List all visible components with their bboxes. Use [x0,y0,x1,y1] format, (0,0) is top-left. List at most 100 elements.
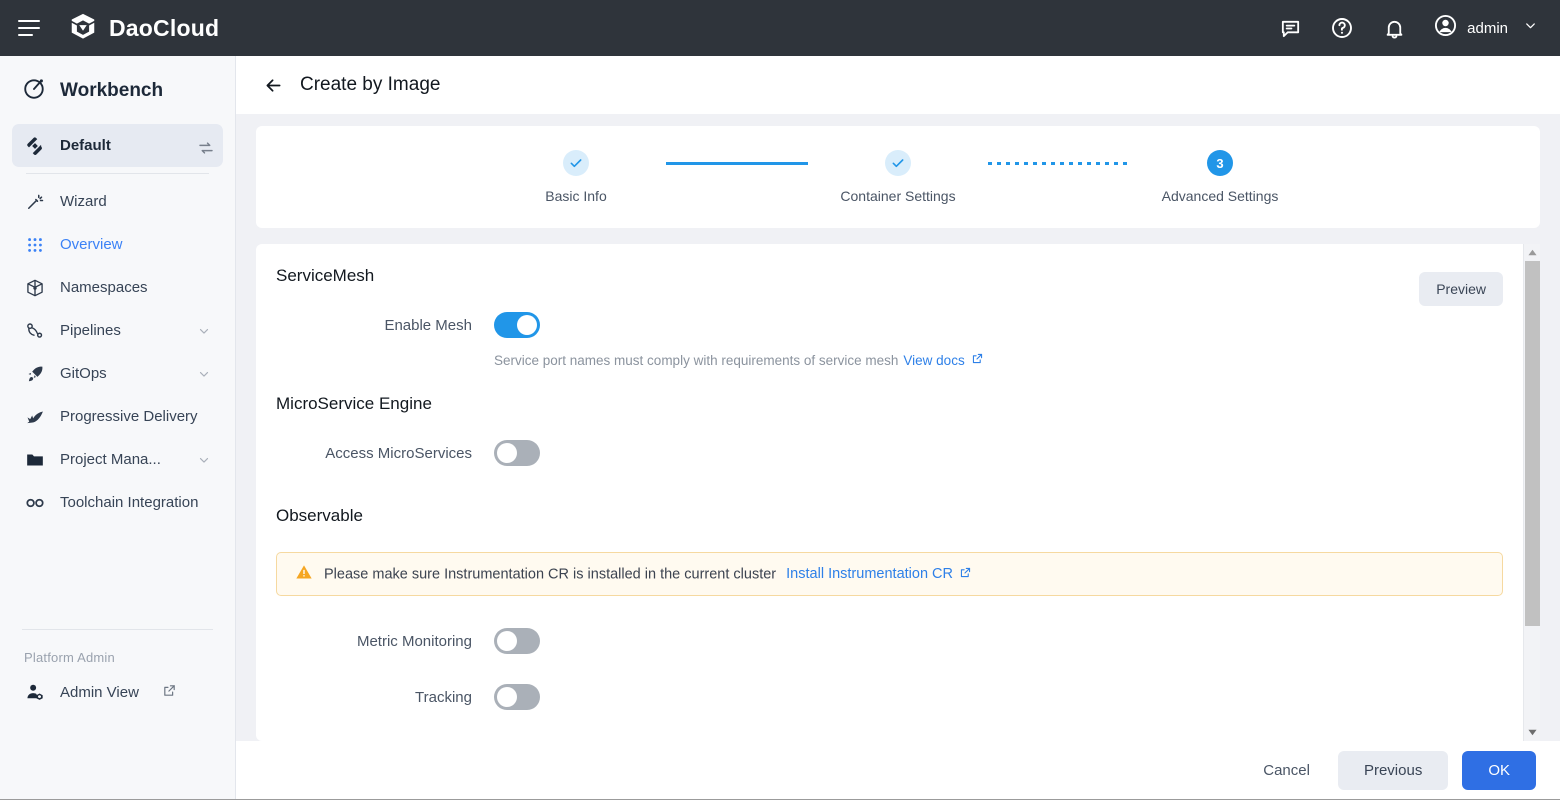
sidebar: Workbench Default [0,56,236,800]
sidebar-item-gitops[interactable]: GitOps [12,352,223,395]
bird-icon [24,406,46,428]
body: Workbench Default [0,56,1560,800]
sidebar-item-overview[interactable]: Overview [12,223,223,266]
enable-mesh-hint-row: Service port names must comply with requ… [256,352,1523,368]
preview-button[interactable]: Preview [1419,272,1503,306]
stepper: Basic Info Container Settings [486,150,1310,204]
sidebar-item-label: Project Mana... [60,451,183,468]
tracking-row: Tracking [256,684,1523,710]
step-label: Container Settings [840,188,955,204]
grid-icon [24,234,46,256]
previous-button[interactable]: Previous [1338,751,1448,790]
step-basic-info[interactable]: Basic Info [486,150,666,204]
sidebar-section-title: Platform Admin [0,640,235,671]
sidebar-item-label: Progressive Delivery [60,408,211,425]
warning-icon [295,563,313,586]
brand[interactable]: DaoCloud [68,11,219,46]
sidebar-item-toolchain-integration[interactable]: Toolchain Integration [12,481,223,524]
step-advanced-settings[interactable]: 3 Advanced Settings [1130,150,1310,204]
chevron-down-icon[interactable] [197,367,211,381]
sidebar-item-admin-view[interactable]: Admin View [12,671,223,714]
sidebar-item-label: Overview [60,236,211,253]
workbench-title: Workbench [60,80,163,102]
chevron-down-icon[interactable] [197,453,211,467]
metric-monitoring-toggle[interactable] [494,628,540,654]
sidebar-item-label: Namespaces [60,279,211,296]
user-menu[interactable]: admin [1433,13,1538,43]
scrollbar-thumb[interactable] [1525,261,1540,626]
sidebar-item-project-management[interactable]: Project Mana... [12,438,223,481]
external-link-icon [959,566,972,583]
sidebar-item-label: Pipelines [60,322,183,339]
stepper-card: Basic Info Container Settings [256,126,1540,228]
step-bubble [885,150,911,176]
daocloud-logo-icon [68,11,98,46]
enable-mesh-toggle[interactable] [494,312,540,338]
workbench-icon [22,76,47,106]
section-title-microservice-engine: MicroService Engine [256,394,1523,414]
step-label: Advanced Settings [1162,188,1279,204]
access-microservices-row: Access MicroServices [256,440,1523,466]
hamburger-icon[interactable] [18,15,44,41]
pipeline-icon [24,320,46,342]
warning-message: Please make sure Instrumentation CR is i… [324,566,776,582]
warning-text: Please make sure Instrumentation CR is i… [324,566,972,583]
help-icon[interactable] [1329,15,1355,41]
external-link-icon[interactable] [162,683,177,702]
view-docs-label: View docs [903,353,964,368]
servicemesh-header-row: ServiceMesh Preview [256,266,1523,312]
content-area: Basic Info Container Settings [236,114,1560,741]
arrow-left-icon[interactable] [262,74,284,96]
app-root: DaoCloud [0,0,1560,800]
cancel-button[interactable]: Cancel [1249,752,1324,789]
sidebar-divider [22,629,213,630]
sidebar-item-label: GitOps [60,365,183,382]
scrollbar-down-arrow-icon[interactable] [1524,724,1541,741]
sidebar-item-progressive-delivery[interactable]: Progressive Delivery [12,395,223,438]
section-title-observable: Observable [256,506,1523,526]
access-microservices-toggle[interactable] [494,440,540,466]
step-bubble: 3 [1207,150,1233,176]
form-footer: Cancel Previous OK [236,741,1560,799]
cube-icon [24,277,46,299]
chevron-down-icon[interactable] [197,324,211,338]
nav-list: Default [0,124,235,524]
sidebar-item-label: Default [60,137,183,154]
view-docs-link[interactable]: View docs [903,352,983,368]
tracking-toggle[interactable] [494,684,540,710]
install-instrumentation-cr-link[interactable]: Install Instrumentation CR [786,566,972,583]
instrumentation-warning-banner: Please make sure Instrumentation CR is i… [276,552,1503,596]
enable-mesh-hint: Service port names must comply with requ… [494,352,984,368]
scrollbar-up-arrow-icon[interactable] [1524,244,1541,261]
nav-divider [26,173,209,174]
scrollbar-track[interactable] [1524,261,1541,724]
brand-name: DaoCloud [109,15,219,42]
folder-icon [24,449,46,471]
form-scrollbar[interactable] [1523,244,1540,741]
chevron-down-icon[interactable] [1523,18,1538,38]
topbar-actions [1277,15,1407,41]
ok-button[interactable]: OK [1462,751,1536,790]
project-icon [24,135,46,157]
sidebar-item-wizard[interactable]: Wizard [12,180,223,223]
chat-icon[interactable] [1277,15,1303,41]
infinity-icon [24,492,46,514]
sidebar-item-label: Toolchain Integration [60,494,211,511]
step-connector-2 [988,150,1130,176]
step-container-settings[interactable]: Container Settings [808,150,988,204]
user-name: admin [1467,20,1508,37]
sidebar-item-namespaces[interactable]: Namespaces [12,266,223,309]
sidebar-item-pipelines[interactable]: Pipelines [12,309,223,352]
nav-list-admin: Admin View [0,671,235,714]
rocket-icon [24,363,46,385]
sidebar-item-default-project[interactable]: Default [12,124,223,167]
sidebar-item-label: Wizard [60,193,211,210]
page-title: Create by Image [300,74,440,96]
access-microservices-label: Access MicroServices [256,445,494,462]
switch-project-icon[interactable] [197,139,211,153]
enable-mesh-label: Enable Mesh [256,317,494,334]
step-bubble [563,150,589,176]
metric-monitoring-label: Metric Monitoring [256,633,494,650]
bell-icon[interactable] [1381,15,1407,41]
main-content: Create by Image Basic Info [236,56,1560,800]
